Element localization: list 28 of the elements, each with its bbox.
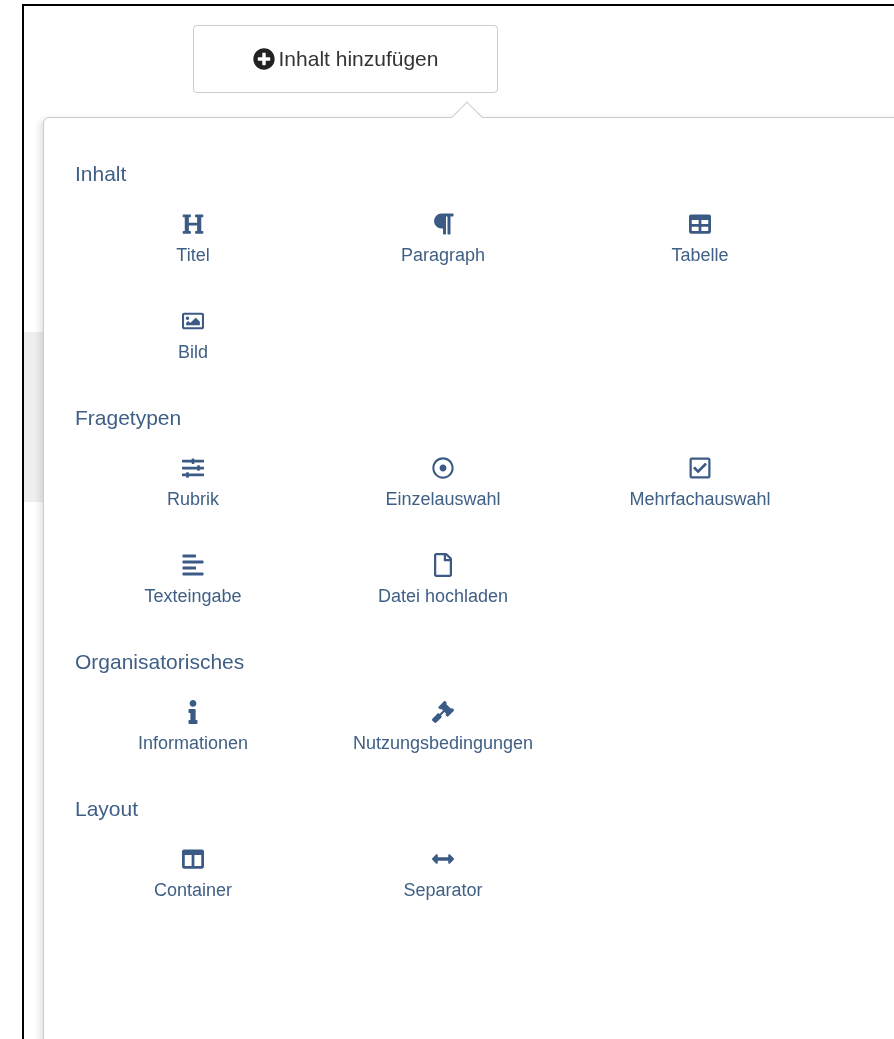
insert-option[interactable]: Informationen xyxy=(75,682,311,779)
insert-option[interactable]: Titel xyxy=(75,194,311,291)
insert-option[interactable]: Paragraph xyxy=(311,194,575,291)
sliders-icon xyxy=(182,456,204,480)
insert-option[interactable]: Container xyxy=(75,829,311,926)
paragraph-icon xyxy=(432,212,454,236)
section-heading: Fragetypen xyxy=(75,405,183,431)
insert-option[interactable]: Bild xyxy=(75,291,311,388)
heading-icon xyxy=(182,212,204,236)
file-icon xyxy=(432,553,454,577)
section-heading: Inhalt xyxy=(75,161,128,187)
section-heading: Layout xyxy=(75,796,140,822)
section-heading: Organisatorisches xyxy=(75,649,246,675)
insert-option[interactable]: Mehrfachauswahl xyxy=(575,438,825,535)
insert-option[interactable]: Einzelauswahl xyxy=(311,438,575,535)
checkbox-icon xyxy=(689,456,711,480)
insert-option[interactable]: Tabelle xyxy=(575,194,825,291)
add-content-button[interactable]: Inhalt hinzufügen xyxy=(193,25,498,93)
insert-option[interactable]: Separator xyxy=(311,829,575,926)
gavel-icon xyxy=(432,700,454,724)
text-lines-icon xyxy=(182,553,204,577)
insert-option[interactable]: Texteingabe xyxy=(75,535,311,632)
insert-option[interactable]: Rubrik xyxy=(75,438,311,535)
columns-icon xyxy=(182,847,204,871)
insert-option[interactable]: Datei hochladen xyxy=(311,535,575,632)
radio-icon xyxy=(432,456,454,480)
table-icon xyxy=(689,212,711,236)
insert-option[interactable]: Nutzungsbedingungen xyxy=(311,682,575,779)
